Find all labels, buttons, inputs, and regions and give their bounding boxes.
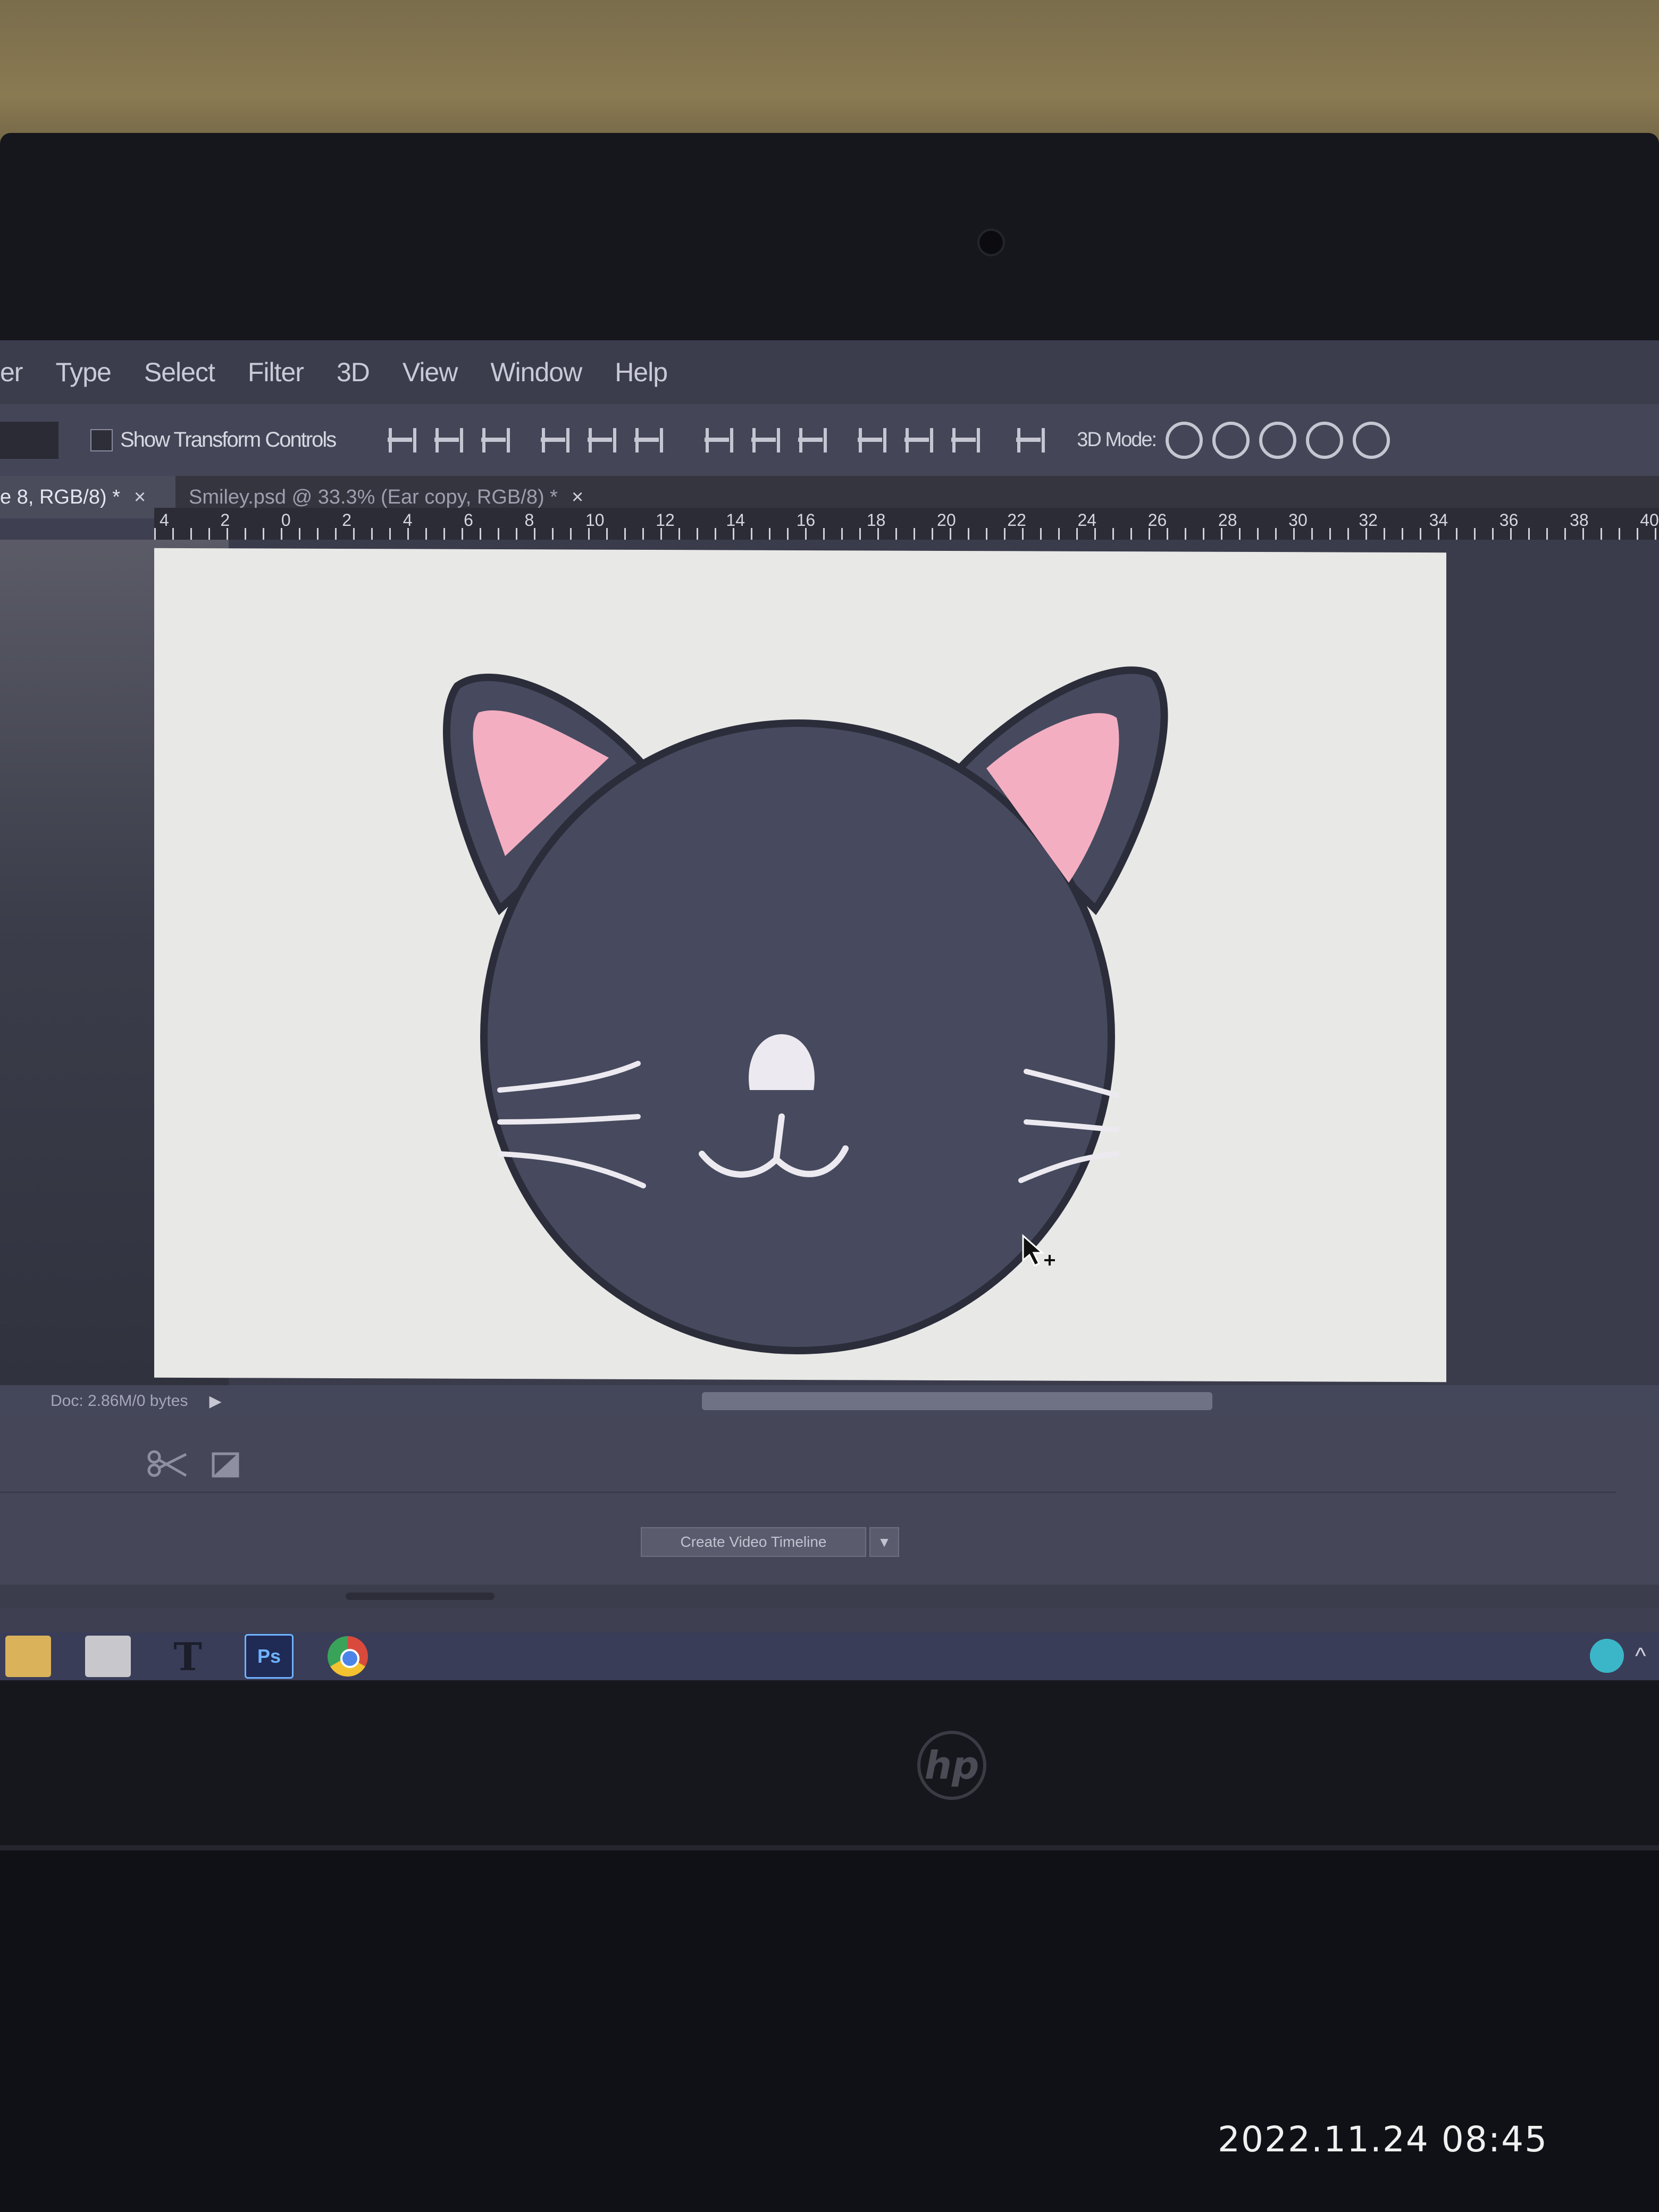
tab-close-icon[interactable]: × — [134, 486, 146, 509]
tray-chevron-icon[interactable]: ^ — [1635, 1643, 1646, 1670]
ruler-tick: 18 — [866, 510, 886, 530]
show-transform-label: Show Transform Controls — [120, 428, 337, 451]
menu-item-select[interactable]: Select — [144, 357, 215, 388]
ruler-tick: 2 — [220, 510, 230, 530]
align-vertical-center-icon[interactable] — [430, 424, 464, 457]
ruler-tick: 12 — [656, 510, 675, 530]
webcam — [977, 229, 1005, 256]
font-app-letter: T — [173, 1633, 202, 1679]
tab-label: e 8, RGB/8) * — [0, 485, 120, 508]
cat-head — [480, 719, 1115, 1354]
ruler-tick: 40 — [1640, 510, 1659, 530]
align-horizontal-center-icon[interactable] — [583, 424, 617, 457]
create-timeline-dropdown[interactable]: ▼ — [869, 1527, 899, 1557]
create-video-timeline-button[interactable]: Create Video Timeline — [641, 1527, 866, 1557]
3d-drag-icon[interactable] — [1259, 421, 1297, 459]
timeline-footer — [0, 1585, 1659, 1608]
ruler-tick: 32 — [1359, 510, 1378, 530]
menu-bar: er Type Select Filter 3D View Window Hel… — [0, 340, 1659, 404]
3d-rotate-icon[interactable] — [1166, 421, 1203, 459]
photo-timestamp: 2022.11.24 08:45 — [1218, 2119, 1548, 2160]
menu-item-filter[interactable]: Filter — [248, 357, 304, 388]
ruler-tick: 22 — [1007, 510, 1026, 530]
taskbar: T Ps — [0, 1632, 1659, 1680]
file-explorer-icon[interactable] — [5, 1636, 51, 1677]
hp-logo: hp — [917, 1731, 986, 1800]
move-cursor-icon — [1022, 1234, 1055, 1267]
photoshop-icon[interactable]: Ps — [245, 1634, 294, 1679]
ruler-tick: 0 — [281, 510, 291, 530]
ruler-tick: 36 — [1499, 510, 1519, 530]
distribute-right-icon[interactable] — [947, 424, 981, 457]
3d-roll-icon[interactable] — [1212, 421, 1250, 459]
cat-face-artwork[interactable] — [425, 643, 1196, 1361]
3d-scale-icon[interactable] — [1353, 421, 1390, 459]
menu-item-window[interactable]: Window — [490, 357, 582, 388]
menu-item-view[interactable]: View — [403, 357, 458, 388]
3d-mode-label: 3D Mode: — [1077, 429, 1157, 451]
ruler-tick: 10 — [585, 510, 605, 530]
system-tray-icon[interactable] — [1590, 1639, 1624, 1673]
ruler-tick: 4 — [403, 510, 413, 530]
align-bottom-icon[interactable] — [477, 424, 510, 457]
menu-item-help[interactable]: Help — [615, 357, 668, 388]
ruler-tick: 20 — [937, 510, 956, 530]
align-top-icon[interactable] — [383, 424, 417, 457]
auto-align-icon[interactable] — [1012, 424, 1045, 457]
ruler-tick: 34 — [1429, 510, 1448, 530]
ruler-tick: 38 — [1570, 510, 1589, 530]
ruler-tick: 16 — [796, 510, 816, 530]
menu-item-3d[interactable]: 3D — [337, 357, 370, 388]
ruler-tick: 26 — [1147, 510, 1167, 530]
tab-untitled[interactable]: e 8, RGB/8) * × — [0, 476, 175, 518]
tab-label: Smiley.psd @ 33.3% (Ear copy, RGB/8) * — [189, 485, 558, 508]
ruler-labels: 4 2 0 2 4 6 8 10 12 14 16 18 20 22 24 26… — [160, 510, 1659, 532]
laptop-screen: er Type Select Filter 3D View Window Hel… — [0, 340, 1659, 1680]
ruler-tick: 8 — [524, 510, 534, 530]
doc-size-readout[interactable]: Doc: 2.86M/0 bytes — [51, 1392, 188, 1410]
ruler-tick: 28 — [1218, 510, 1237, 530]
ruler-tick: 30 — [1288, 510, 1308, 530]
transition-icon[interactable] — [210, 1451, 242, 1480]
chrome-icon[interactable] — [328, 1636, 368, 1677]
tab-close-icon[interactable]: × — [572, 486, 583, 509]
ruler-tick: 6 — [464, 510, 473, 530]
show-transform-checkbox[interactable] — [90, 429, 113, 451]
distribute-vertical-center-icon[interactable] — [747, 424, 781, 457]
tool-preset-picker[interactable] — [0, 421, 58, 459]
3d-slide-icon[interactable] — [1306, 421, 1344, 459]
horizontal-scrollbar[interactable] — [702, 1392, 1212, 1410]
distribute-horizontal-center-icon[interactable] — [900, 424, 934, 457]
notepad-icon[interactable] — [85, 1636, 131, 1677]
ruler-tick: 14 — [726, 510, 745, 530]
timeline-panel — [0, 1417, 1659, 1608]
options-bar: Show Transform Controls 3D Mode: — [0, 404, 1659, 476]
align-left-icon[interactable] — [537, 424, 570, 457]
distribute-bottom-icon[interactable] — [794, 424, 827, 457]
menu-item-layer[interactable]: er — [0, 357, 23, 388]
align-right-icon[interactable] — [630, 424, 664, 457]
distribute-top-icon[interactable] — [700, 424, 734, 457]
font-app-icon[interactable]: T — [165, 1633, 211, 1679]
distribute-left-icon[interactable] — [853, 424, 887, 457]
ruler-tick: 4 — [160, 510, 169, 530]
status-arrow-icon[interactable]: ▶ — [209, 1392, 221, 1411]
scissors-icon[interactable] — [144, 1449, 191, 1481]
timeline-toolbar — [0, 1438, 1616, 1493]
ruler-tick: 2 — [342, 510, 352, 530]
menu-item-type[interactable]: Type — [55, 357, 111, 388]
ruler-tick: 24 — [1077, 510, 1097, 530]
timeline-zoom-slider[interactable] — [346, 1593, 495, 1600]
